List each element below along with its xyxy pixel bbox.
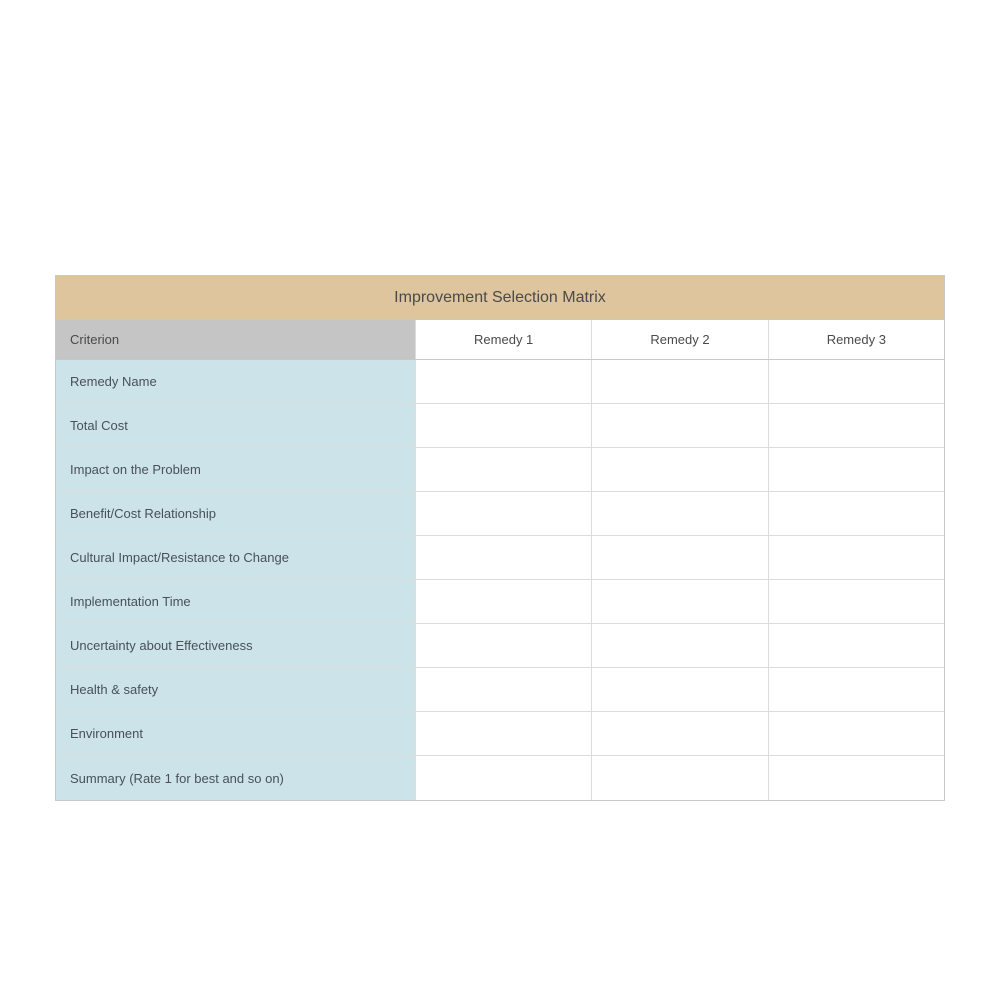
- remedy-1-cell: [416, 536, 592, 579]
- table-row: Total Cost: [56, 404, 944, 448]
- matrix-title: Improvement Selection Matrix: [394, 289, 606, 307]
- remedy-1-cell: [416, 668, 592, 711]
- table-row: Environment: [56, 712, 944, 756]
- remedy-3-cell: [769, 536, 944, 579]
- remedy-1-cell: [416, 624, 592, 667]
- matrix-title-row: Improvement Selection Matrix: [56, 276, 944, 320]
- matrix-body: Remedy NameTotal CostImpact on the Probl…: [56, 360, 944, 800]
- remedy-3-cell: [769, 404, 944, 447]
- criterion-cell: Health & safety: [56, 668, 416, 711]
- matrix-header-row: Criterion Remedy 1 Remedy 2 Remedy 3: [56, 320, 944, 360]
- criterion-cell: Cultural Impact/Resistance to Change: [56, 536, 416, 579]
- remedy-2-cell: [592, 536, 768, 579]
- remedy-2-cell: [592, 624, 768, 667]
- criterion-cell: Benefit/Cost Relationship: [56, 492, 416, 535]
- criterion-cell: Uncertainty about Effectiveness: [56, 624, 416, 667]
- criterion-cell: Total Cost: [56, 404, 416, 447]
- remedy-3-cell: [769, 448, 944, 491]
- remedy-2-cell: [592, 756, 768, 800]
- table-row: Cultural Impact/Resistance to Change: [56, 536, 944, 580]
- remedy-3-cell: [769, 360, 944, 403]
- header-criterion: Criterion: [56, 320, 416, 359]
- remedy-3-cell: [769, 624, 944, 667]
- criterion-cell: Summary (Rate 1 for best and so on): [56, 756, 416, 800]
- remedy-3-cell: [769, 712, 944, 755]
- remedy-3-cell: [769, 580, 944, 623]
- table-row: Benefit/Cost Relationship: [56, 492, 944, 536]
- remedy-2-cell: [592, 580, 768, 623]
- criterion-cell: Environment: [56, 712, 416, 755]
- improvement-selection-matrix: Improvement Selection Matrix Criterion R…: [55, 275, 945, 801]
- header-remedy-1: Remedy 1: [416, 320, 592, 359]
- header-remedy-2: Remedy 2: [592, 320, 768, 359]
- remedy-2-cell: [592, 448, 768, 491]
- remedy-2-cell: [592, 404, 768, 447]
- remedy-1-cell: [416, 492, 592, 535]
- remedy-2-cell: [592, 360, 768, 403]
- table-row: Remedy Name: [56, 360, 944, 404]
- remedy-1-cell: [416, 360, 592, 403]
- remedy-3-cell: [769, 492, 944, 535]
- criterion-cell: Implementation Time: [56, 580, 416, 623]
- table-row: Impact on the Problem: [56, 448, 944, 492]
- table-row: Uncertainty about Effectiveness: [56, 624, 944, 668]
- remedy-1-cell: [416, 580, 592, 623]
- remedy-1-cell: [416, 404, 592, 447]
- table-row: Health & safety: [56, 668, 944, 712]
- remedy-1-cell: [416, 448, 592, 491]
- remedy-3-cell: [769, 756, 944, 800]
- table-row: Summary (Rate 1 for best and so on): [56, 756, 944, 800]
- criterion-cell: Impact on the Problem: [56, 448, 416, 491]
- remedy-3-cell: [769, 668, 944, 711]
- remedy-1-cell: [416, 756, 592, 800]
- remedy-2-cell: [592, 492, 768, 535]
- table-row: Implementation Time: [56, 580, 944, 624]
- remedy-2-cell: [592, 668, 768, 711]
- remedy-2-cell: [592, 712, 768, 755]
- remedy-1-cell: [416, 712, 592, 755]
- header-remedy-3: Remedy 3: [769, 320, 944, 359]
- criterion-cell: Remedy Name: [56, 360, 416, 403]
